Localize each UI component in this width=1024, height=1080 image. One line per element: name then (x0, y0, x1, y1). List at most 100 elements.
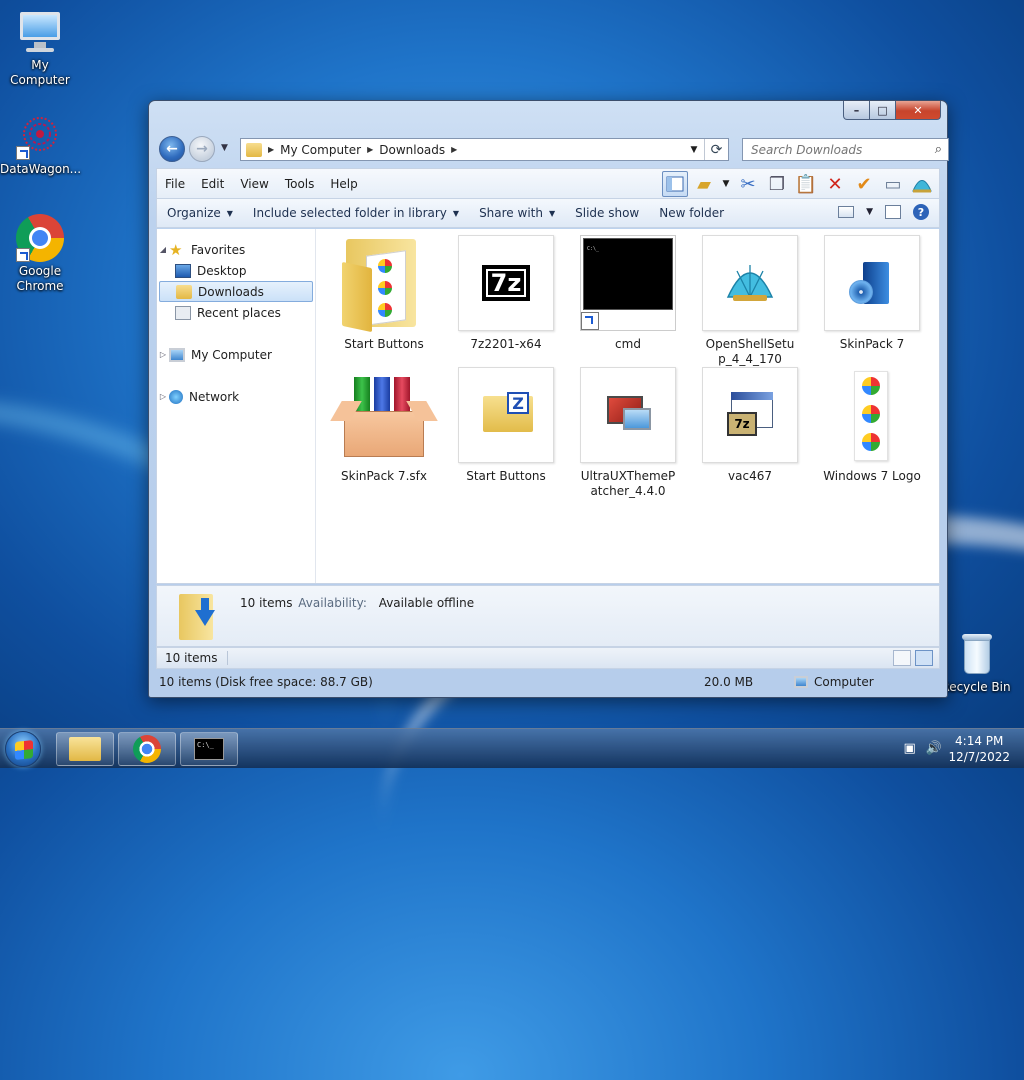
file-grid: Start Buttons 7z 7z2201-x64 C:\_ cmd Ope… (323, 235, 939, 499)
desktop-icon-label: Recycle Bin (941, 680, 1011, 694)
minimize-button[interactable]: – (843, 101, 870, 120)
downloads-folder-large-icon (179, 590, 219, 642)
file-name: OpenShellSetup_4_4_170 (705, 337, 795, 366)
skinpack-icon (824, 235, 920, 331)
maximize-button[interactable]: □ (870, 101, 896, 120)
expand-icon[interactable]: ▷ (157, 392, 169, 401)
new-folder-button[interactable]: New folder (649, 206, 734, 220)
7zip-icon: 7z (458, 235, 554, 331)
info-bar: 10 items (Disk free space: 88.7 GB) 20.0… (156, 671, 940, 693)
file-item[interactable]: UltraUXThemePatcher_4.4.0 (567, 367, 689, 499)
desktop-icon-my-computer[interactable]: My Computer (0, 8, 80, 88)
chevron-right-icon[interactable]: ▶ (266, 145, 276, 154)
preview-pane-toggle-icon[interactable] (885, 205, 901, 219)
refresh-button[interactable]: ⟳ (704, 139, 728, 160)
include-in-library-button[interactable]: Include selected folder in library ▼ (243, 206, 469, 220)
nav-recent-places[interactable]: Recent places (157, 302, 315, 323)
large-icons-view-button[interactable] (915, 650, 933, 666)
desktop-icon-datawagon[interactable]: DataWagon... (0, 112, 81, 177)
menu-help[interactable]: Help (322, 177, 365, 191)
taskbar-chrome-button[interactable] (118, 732, 176, 766)
chevron-right-icon[interactable]: ▶ (365, 145, 375, 154)
clock-time: 4:14 PM (955, 734, 1004, 748)
start-button[interactable] (5, 731, 41, 767)
organize-button[interactable]: Organize ▼ (157, 206, 243, 220)
menu-tools[interactable]: Tools (277, 177, 323, 191)
close-button[interactable]: ✕ (896, 101, 941, 120)
folder-options-icon[interactable]: ▰ (691, 171, 717, 197)
chevron-right-icon[interactable]: ▶ (449, 145, 459, 154)
content-area: ◢ ★ Favorites Desktop Downloads Recent p… (156, 229, 940, 584)
windows-logo-icon (15, 740, 33, 760)
nav-favorites[interactable]: ◢ ★ Favorites (157, 239, 315, 260)
change-view-icon[interactable] (838, 206, 855, 218)
status-bar: 10 items (156, 647, 940, 669)
file-item[interactable]: 7z 7z2201-x64 (445, 235, 567, 367)
search-input[interactable] (749, 141, 919, 158)
forward-button[interactable]: → (189, 136, 215, 162)
nav-desktop[interactable]: Desktop (157, 260, 315, 281)
expand-icon[interactable]: ▷ (157, 350, 169, 359)
availability-label: Availability: (298, 596, 367, 610)
details-pane: 10 items Availability: Available offline (156, 585, 940, 647)
nav-network[interactable]: ▷ Network (157, 386, 315, 407)
search-icon[interactable]: ⌕ (935, 142, 942, 157)
computer-icon (16, 8, 64, 56)
taskbar-cmd-button[interactable]: C:\_ (180, 732, 238, 766)
desktop-icon-recycle-bin[interactable]: Recycle Bin (936, 630, 1016, 695)
file-item[interactable]: C:\_ cmd (567, 235, 689, 367)
file-item[interactable]: SkinPack 7 (811, 235, 933, 367)
address-bar[interactable]: ▶ My Computer ▶ Downloads ▶ ▼ ⟳ (240, 138, 729, 161)
share-with-button[interactable]: Share with ▼ (469, 206, 565, 220)
dropdown-icon[interactable]: ▼ (720, 171, 732, 197)
disk-summary: 10 items (Disk free space: 88.7 GB) (159, 675, 373, 689)
paste-icon[interactable]: 📋 (793, 171, 819, 197)
file-item[interactable]: Z Start Buttons (445, 367, 567, 499)
network-icon[interactable]: ▣ (904, 741, 916, 756)
image-file-icon (824, 367, 920, 463)
folder-icon (336, 235, 432, 333)
details-view-button[interactable] (893, 650, 911, 666)
file-name: SkinPack 7.sfx (341, 469, 427, 483)
file-item[interactable]: 7z vac467 (689, 367, 811, 499)
preview-pane-icon[interactable] (662, 171, 688, 197)
delete-icon[interactable]: ✕ (822, 171, 848, 197)
breadcrumb-downloads[interactable]: Downloads (375, 143, 449, 157)
address-dropdown-icon[interactable]: ▼ (686, 139, 702, 160)
slide-show-button[interactable]: Slide show (565, 206, 649, 220)
chevron-down-icon[interactable]: ▼ (866, 207, 873, 217)
properties-icon[interactable]: ▭ (880, 171, 906, 197)
details-count: 10 items (240, 596, 293, 610)
breadcrumb-my-computer[interactable]: My Computer (276, 143, 365, 157)
clock[interactable]: 4:14 PM 12/7/2022 (948, 733, 1010, 765)
nav-my-computer[interactable]: ▷ My Computer (157, 344, 315, 365)
theme-patcher-icon (580, 367, 676, 463)
include-label: Include selected folder in library (252, 206, 447, 220)
file-item[interactable]: SkinPack 7.sfx (323, 367, 445, 499)
expand-collapse-icon[interactable]: ◢ (157, 245, 169, 254)
desktop-icon-label: Google Chrome (16, 264, 64, 293)
file-item[interactable]: Windows 7 Logo (811, 367, 933, 499)
clock-date: 12/7/2022 (948, 750, 1010, 764)
copy-icon[interactable]: ❐ (764, 171, 790, 197)
cut-icon[interactable]: ✂ (735, 171, 761, 197)
shell-icon[interactable] (909, 171, 935, 197)
menu-file[interactable]: File (157, 177, 193, 191)
help-icon[interactable]: ? (913, 204, 929, 220)
menu-view[interactable]: View (232, 177, 276, 191)
nav-downloads[interactable]: Downloads (159, 281, 313, 302)
volume-icon[interactable]: 🔊 (926, 741, 942, 756)
shortcut-arrow-icon (581, 312, 599, 330)
desktop-icon-google-chrome[interactable]: Google Chrome (0, 214, 80, 294)
recent-pages-dropdown[interactable]: ▼ (221, 143, 228, 153)
chrome-icon (16, 214, 64, 262)
back-button[interactable]: ← (159, 136, 185, 162)
file-item[interactable]: OpenShellSetup_4_4_170 (689, 235, 811, 367)
check-icon[interactable]: ✔ (851, 171, 877, 197)
taskbar-explorer-button[interactable] (56, 732, 114, 766)
file-item[interactable]: Start Buttons (323, 235, 445, 367)
share-label: Share with (479, 206, 543, 220)
selection-size: 20.0 MB (704, 675, 754, 689)
cmd-icon: C:\_ (194, 738, 224, 760)
menu-edit[interactable]: Edit (193, 177, 232, 191)
